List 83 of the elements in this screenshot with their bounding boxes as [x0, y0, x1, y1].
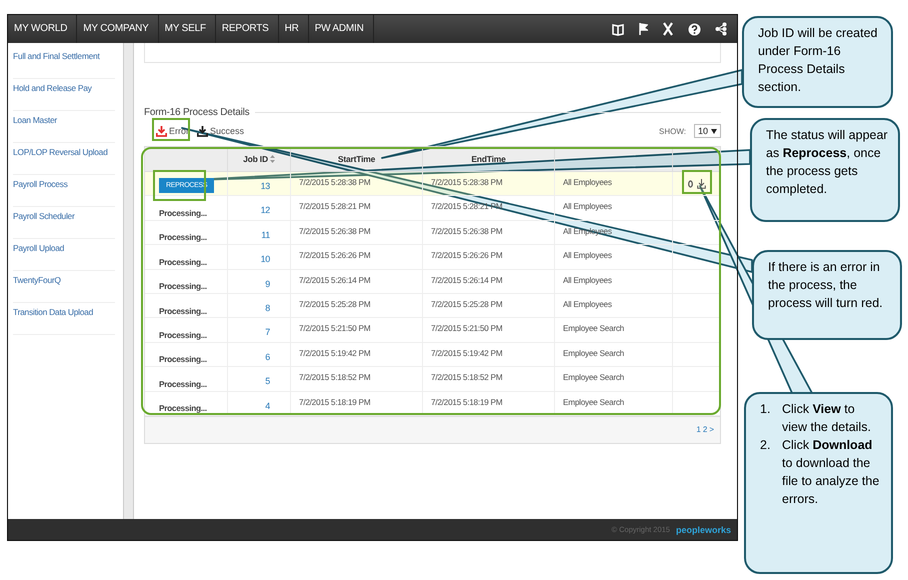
- table-cell: 7/2/2015 5:18:52 PM: [431, 372, 502, 382]
- table-cell: 7/2/2015 5:25:28 PM: [299, 298, 370, 309]
- table-cell: 7/2/2015 5:19:42 PM: [431, 348, 502, 358]
- page-link[interactable]: 1: [696, 425, 701, 434]
- view-icon[interactable]: [688, 180, 692, 188]
- download-icon[interactable]: [197, 126, 208, 136]
- table-cell: 7/2/2015 5:18:52 PM: [299, 372, 370, 382]
- table-cell: All Employees: [563, 274, 612, 285]
- export-link[interactable]: Error: [156, 126, 189, 136]
- sidebar-link[interactable]: LOP/LOP Reversal Upload: [13, 143, 115, 175]
- job-id-link[interactable]: 7: [265, 327, 270, 338]
- sidebar-link[interactable]: TwentyFourQ: [13, 271, 115, 303]
- table-cell: Employee Search: [563, 372, 624, 382]
- table-cell: Employee Search: [563, 348, 624, 358]
- sidebar-link[interactable]: Payroll Scheduler: [13, 207, 115, 239]
- job-id-link[interactable]: 9: [265, 278, 270, 289]
- brand-logo: peopleworks: [676, 524, 731, 534]
- status-text: Processing...: [159, 280, 207, 292]
- sidebar-link[interactable]: Full and Final Settlement: [13, 47, 115, 79]
- list-number: 1.: [760, 401, 772, 418]
- table-cell: Employee Search: [563, 323, 624, 334]
- status-text: Processing...: [159, 353, 207, 364]
- job-id-link[interactable]: 4: [265, 400, 270, 411]
- show-label: SHOW:: [659, 126, 686, 136]
- table-cell: 7/2/2015 5:26:14 PM: [299, 274, 370, 285]
- job-id-link[interactable]: 10: [260, 254, 270, 264]
- book-icon[interactable]: [612, 22, 624, 36]
- status-text: Processing...: [159, 304, 207, 316]
- job-id-link[interactable]: 12: [260, 205, 270, 216]
- job-id-link[interactable]: 8: [265, 302, 270, 313]
- status-text: Processing...: [159, 256, 207, 267]
- sidebar-link[interactable]: Hold and Release Pay: [13, 79, 115, 111]
- table-cell: 7/2/2015 5:26:38 PM: [431, 226, 502, 236]
- table-cell: All Employees: [563, 250, 612, 260]
- table-cell: All Employees: [563, 298, 612, 309]
- error-download-icon[interactable]: [156, 126, 167, 136]
- table-cell: 7/2/2015 5:26:26 PM: [431, 250, 502, 260]
- table-cell: 7/2/2015 5:19:42 PM: [299, 348, 370, 358]
- page-link[interactable]: >: [709, 425, 714, 434]
- job-id-link[interactable]: 13: [260, 181, 270, 191]
- status-text: Processing...: [159, 402, 207, 414]
- flag-icon[interactable]: [638, 22, 648, 36]
- job-id-link[interactable]: 11: [261, 230, 270, 240]
- caret-icon: [711, 128, 717, 134]
- status-text: Processing...: [159, 329, 207, 340]
- status-text: Processing...: [159, 378, 207, 389]
- job-id-link[interactable]: 6: [265, 352, 270, 362]
- page-size-select[interactable]: 10: [694, 124, 721, 138]
- table-cell: 7/2/2015 5:28:38 PM: [299, 177, 370, 187]
- status-text: Processing...: [159, 231, 207, 242]
- table-cell: 7/2/2015 5:26:14 PM: [431, 274, 502, 285]
- callout-text: The status will appear as Reprocess, once the process gets completed.: [766, 127, 889, 198]
- table-cell: 7/2/2015 5:26:38 PM: [299, 226, 370, 236]
- table-cell: Employee Search: [563, 396, 624, 407]
- table-cell: 7/2/2015 5:26:26 PM: [299, 250, 370, 260]
- callout-text: If there is an error in the process, the process will turn red.: [768, 259, 884, 312]
- section-title: Form-16 Process Details: [144, 107, 250, 118]
- help-icon[interactable]: [688, 22, 701, 36]
- callout-text: Click Download to download the file to analyze the errors.: [782, 437, 880, 508]
- share-icon[interactable]: [715, 22, 727, 36]
- sidebar-link[interactable]: Payroll Upload: [13, 239, 115, 271]
- highlight-frame: [152, 118, 190, 141]
- table-cell: All Employees: [563, 177, 612, 187]
- table-cell: 7/2/2015 5:28:21 PM: [299, 201, 370, 212]
- table-cell: 7/2/2015 5:21:50 PM: [299, 323, 370, 334]
- job-id-link[interactable]: 5: [265, 376, 270, 386]
- sidebar-link[interactable]: Payroll Process: [13, 175, 115, 207]
- callout-text: Click View to view the details.: [782, 401, 872, 436]
- export-link[interactable]: Success: [197, 126, 244, 136]
- status-text: Processing...: [159, 207, 207, 218]
- table-cell: 7/2/2015 5:28:38 PM: [431, 177, 502, 187]
- download-icon[interactable]: [696, 178, 706, 189]
- callout-text: Job ID will be created under Form-16 Process Details section.: [758, 25, 879, 96]
- tools-icon[interactable]: [662, 22, 674, 36]
- list-number: 2.: [760, 437, 772, 454]
- table-cell: All Employees: [563, 201, 612, 212]
- sidebar-link[interactable]: Transition Data Upload: [13, 303, 115, 335]
- sidebar-link[interactable]: Loan Master: [13, 111, 115, 143]
- table-cell: 7/2/2015 5:25:28 PM: [431, 298, 502, 309]
- table-cell: 7/2/2015 5:18:19 PM: [299, 396, 370, 407]
- page-link[interactable]: 2: [702, 425, 708, 434]
- table-cell: 7/2/2015 5:18:19 PM: [431, 396, 502, 407]
- table-cell: 7/2/2015 5:21:50 PM: [431, 323, 502, 334]
